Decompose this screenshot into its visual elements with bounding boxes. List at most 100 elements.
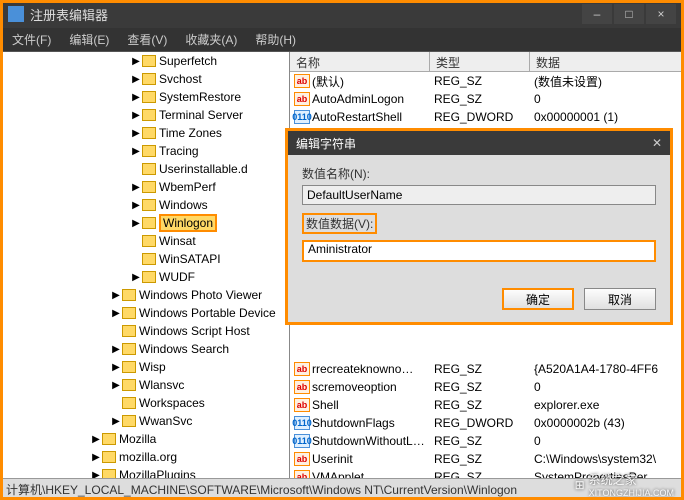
list-row[interactable]: abUserinitREG_SZC:\Windows\system32\: [290, 450, 684, 468]
tree-node[interactable]: Winsat: [0, 232, 289, 250]
tree-label: Superfetch: [159, 54, 217, 68]
dialog-title: 编辑字符串: [296, 135, 356, 152]
list-row[interactable]: ab(默认)REG_SZ(数值未设置): [290, 72, 684, 90]
tree-node[interactable]: ▶mozilla.org: [0, 448, 289, 466]
cancel-button[interactable]: 取消: [584, 288, 656, 310]
tree-toggle-icon[interactable]: ▶: [130, 56, 142, 67]
tree-toggle-icon[interactable]: ▶: [130, 218, 142, 229]
ok-button[interactable]: 确定: [502, 288, 574, 310]
folder-icon: [142, 253, 156, 265]
tree-label: Winsat: [159, 234, 196, 248]
list-row[interactable]: abShellREG_SZexplorer.exe: [290, 396, 684, 414]
tree-toggle-icon[interactable]: ▶: [130, 272, 142, 283]
tree-node[interactable]: ▶ Wisp: [0, 358, 289, 376]
tree-label: Userinstallable.d: [159, 162, 248, 176]
tree-node[interactable]: ▶Windows: [0, 196, 289, 214]
tree-toggle-icon[interactable]: ▶: [90, 434, 102, 445]
tree-label: Wlansvc: [139, 378, 184, 392]
dialog-close-icon[interactable]: ✕: [652, 136, 662, 150]
tree-toggle-icon[interactable]: ▶: [130, 200, 142, 211]
tree-toggle-icon[interactable]: ▶: [110, 416, 122, 427]
tree-label: Workspaces: [139, 396, 205, 410]
tree-node[interactable]: Userinstallable.d: [0, 160, 289, 178]
tree-toggle-icon[interactable]: ▶: [90, 470, 102, 479]
cell-type: REG_SZ: [434, 92, 534, 106]
menu-help[interactable]: 帮助(H): [247, 29, 304, 50]
close-button[interactable]: ×: [646, 4, 676, 24]
folder-icon: [122, 397, 136, 409]
tree-node[interactable]: ▶WUDF: [0, 268, 289, 286]
binary-icon: 0110: [294, 416, 310, 430]
tree-node[interactable]: ▶SystemRestore: [0, 88, 289, 106]
cell-type: REG_SZ: [434, 470, 534, 478]
folder-icon: [122, 379, 136, 391]
tree-label: Winlogon: [159, 214, 217, 232]
tree-toggle-icon[interactable]: ▶: [130, 74, 142, 85]
tree-node[interactable]: ▶MozillaPlugins: [0, 466, 289, 478]
tree-node[interactable]: ▶ Mozilla: [0, 430, 289, 448]
header-name[interactable]: 名称: [290, 52, 430, 71]
folder-icon: [142, 181, 156, 193]
tree-node[interactable]: ▶Tracing: [0, 142, 289, 160]
folder-icon: [142, 73, 156, 85]
tree-node[interactable]: Windows Script Host: [0, 322, 289, 340]
list-row[interactable]: abrrecreateknowno…REG_SZ{A520A1A4-1780-4…: [290, 360, 684, 378]
list-row[interactable]: 0110ShutdownWithoutL…REG_SZ0: [290, 432, 684, 450]
cell-type: REG_DWORD: [434, 110, 534, 124]
tree-node[interactable]: WinSATAPI: [0, 250, 289, 268]
tree-toggle-icon[interactable]: ▶: [130, 182, 142, 193]
tree-node[interactable]: ▶Windows Photo Viewer: [0, 286, 289, 304]
tree-label: Wisp: [139, 360, 166, 374]
tree-toggle-icon[interactable]: ▶: [110, 344, 122, 355]
tree-node[interactable]: ▶ Terminal Server: [0, 106, 289, 124]
watermark: ⊞ 系统之家 XITONGZHIJIA.COM: [575, 471, 674, 498]
folder-icon: [142, 109, 156, 121]
cell-data: 0: [534, 380, 684, 394]
string-icon: ab: [294, 452, 310, 466]
tree-toggle-icon[interactable]: ▶: [110, 308, 122, 319]
menu-favorites[interactable]: 收藏夹(A): [177, 29, 245, 50]
cell-name: ShutdownWithoutL…: [312, 434, 434, 448]
tree-node[interactable]: ▶Windows Search: [0, 340, 289, 358]
tree-toggle-icon[interactable]: ▶: [130, 128, 142, 139]
tree-node[interactable]: Workspaces: [0, 394, 289, 412]
tree-toggle-icon[interactable]: ▶: [110, 290, 122, 301]
tree-node[interactable]: ▶ Superfetch: [0, 52, 289, 70]
tree-toggle-icon[interactable]: ▶: [90, 452, 102, 463]
value-name-input[interactable]: [302, 185, 656, 205]
tree-label: Mozilla: [119, 432, 156, 446]
registry-tree[interactable]: ▶Superfetch▶Svchost▶SystemRestore▶Termin…: [0, 52, 290, 478]
tree-toggle-icon[interactable]: ▶: [130, 146, 142, 157]
header-type[interactable]: 类型: [430, 52, 530, 71]
menu-view[interactable]: 查看(V): [119, 29, 175, 50]
tree-node[interactable]: ▶Time Zones: [0, 124, 289, 142]
menu-edit[interactable]: 编辑(E): [61, 29, 117, 50]
list-row[interactable]: abAutoAdminLogonREG_SZ0: [290, 90, 684, 108]
list-row[interactable]: abscremoveoptionREG_SZ0: [290, 378, 684, 396]
minimize-button[interactable]: –: [582, 4, 612, 24]
tree-label: Windows Portable Device: [139, 306, 276, 320]
tree-node[interactable]: ▶WbemPerf: [0, 178, 289, 196]
tree-node[interactable]: ▶WwanSvc: [0, 412, 289, 430]
cell-data: 0: [534, 92, 684, 106]
tree-node[interactable]: ▶ Wlansvc: [0, 376, 289, 394]
header-data[interactable]: 数据: [530, 52, 684, 71]
cell-type: REG_SZ: [434, 434, 534, 448]
list-row[interactable]: 0110AutoRestartShellREG_DWORD0x00000001 …: [290, 108, 684, 126]
tree-node[interactable]: ▶ Windows Portable Device: [0, 304, 289, 322]
cell-name: ShutdownFlags: [312, 416, 434, 430]
menu-file[interactable]: 文件(F): [4, 29, 59, 50]
list-row[interactable]: 0110ShutdownFlagsREG_DWORD0x0000002b (43…: [290, 414, 684, 432]
tree-toggle-icon[interactable]: ▶: [110, 380, 122, 391]
tree-toggle-icon[interactable]: ▶: [130, 110, 142, 121]
value-data-input[interactable]: Aministrator: [302, 240, 656, 262]
tree-label: Terminal Server: [159, 108, 243, 122]
tree-toggle-icon[interactable]: ▶: [130, 92, 142, 103]
tree-toggle-icon[interactable]: ▶: [110, 362, 122, 373]
cell-data: 0: [534, 434, 684, 448]
folder-icon: [142, 271, 156, 283]
maximize-button[interactable]: □: [614, 4, 644, 24]
tree-node[interactable]: ▶Svchost: [0, 70, 289, 88]
tree-node[interactable]: ▶ Winlogon: [0, 214, 289, 232]
cell-name: VMApplet: [312, 470, 434, 478]
